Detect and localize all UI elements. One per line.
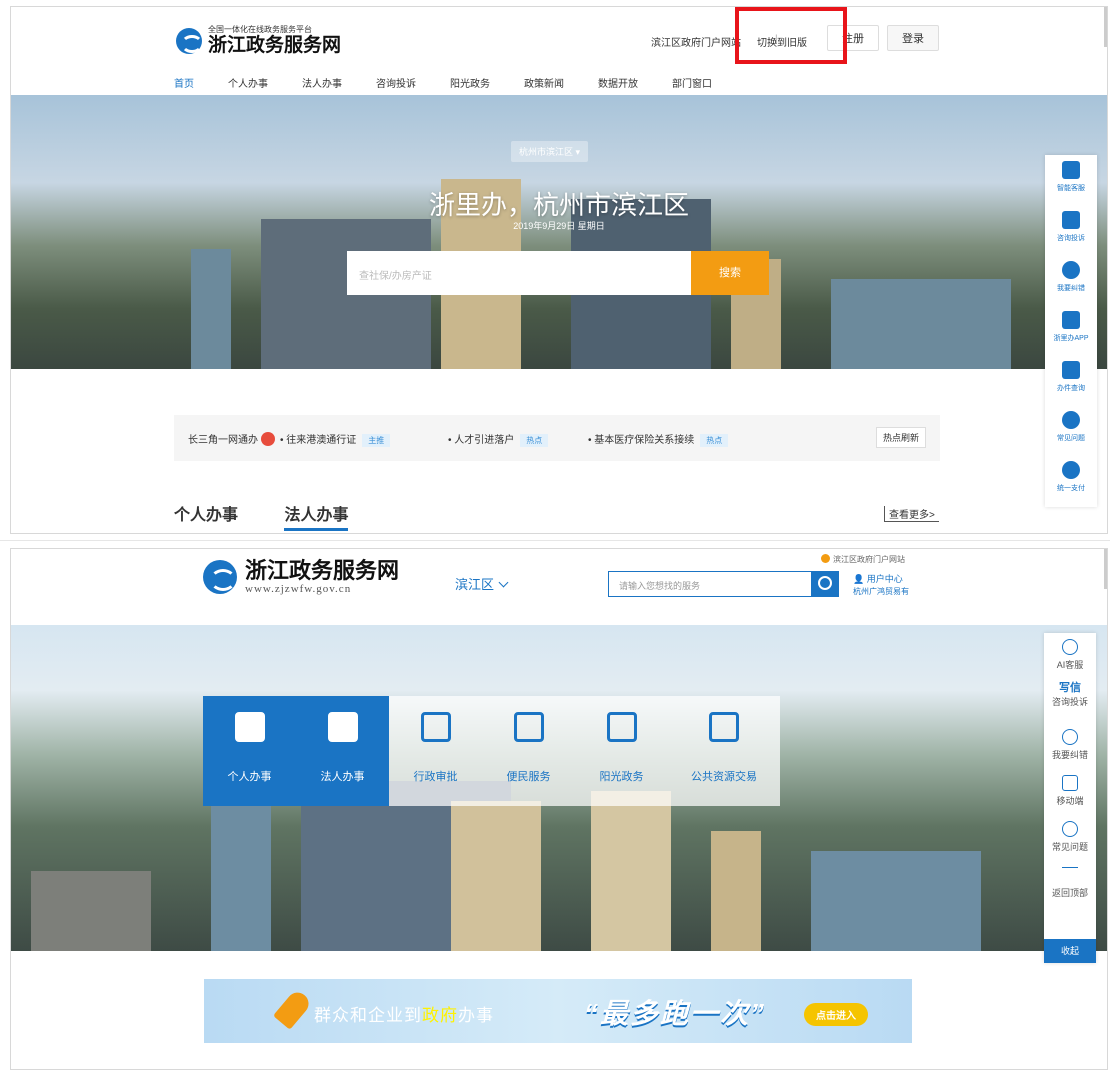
user-center-link[interactable]: 👤 用户中心 — [853, 574, 903, 585]
search-icon — [1062, 361, 1080, 379]
info-icon — [1062, 729, 1078, 745]
alert-icon — [1062, 261, 1080, 279]
side-item-app[interactable]: 浙里办APP — [1045, 305, 1097, 355]
promo-enter-button[interactable]: 点击进入 — [804, 1003, 868, 1026]
old-version-screen: 浙江政务服务网 www.zjzwfw.gov.cn 滨江区 请输入您想找的服务 … — [10, 548, 1108, 1070]
tab-corporate[interactable]: 法人办事 — [284, 507, 349, 531]
collapse-button[interactable]: 收起 — [1044, 939, 1096, 963]
side-item-ai[interactable]: AI客服 — [1044, 633, 1096, 675]
building-image — [451, 801, 541, 951]
side-item-query[interactable]: 办件查询 — [1045, 355, 1097, 405]
building-image — [591, 791, 671, 951]
question-icon — [1062, 411, 1080, 429]
tab-personal[interactable]: 个人办事 — [174, 507, 238, 524]
building-image — [31, 871, 151, 951]
handshake-icon — [513, 712, 544, 742]
service-menu: 个人办事 法人办事 行政审批 便民服务 阳光政务 公共资源交易 — [203, 696, 780, 806]
question-icon — [1062, 821, 1078, 837]
river-image — [811, 851, 981, 951]
logo-icon — [203, 560, 237, 594]
banner-date: 2019年9月29日 星期日 — [513, 221, 605, 231]
promo-slogan: “最多跑一次” — [584, 998, 767, 1029]
banner-headline: 浙里办，杭州市滨江区 — [428, 190, 689, 220]
service-convenience[interactable]: 便民服务 — [482, 696, 575, 806]
river-image — [831, 279, 1011, 369]
side-item-consult[interactable]: 咨询投诉 — [1045, 205, 1097, 255]
promo-text: 群众和企业到政府办事 — [314, 1006, 494, 1025]
refresh-hot-button[interactable]: 热点刷新 — [875, 427, 926, 448]
service-tabs: 个人办事 法人办事 — [174, 501, 390, 531]
highlight-box — [735, 7, 847, 64]
service-sunshine[interactable]: 阳光政务 — [575, 696, 668, 806]
promo-banner[interactable]: 群众和企业到政府办事 “最多跑一次” 点击进入 — [204, 979, 912, 1043]
hot-item[interactable]: • 往来港澳通行证 主推 — [280, 431, 391, 447]
payment-icon — [1062, 461, 1080, 479]
side-item-report[interactable]: 我要纠错 — [1044, 723, 1096, 769]
side-item-top[interactable]: 返回顶部 — [1044, 861, 1096, 907]
mail-icon — [1062, 211, 1080, 229]
logo-subtitle: 全国一体化在线政务服务平台 — [208, 25, 312, 34]
search-button[interactable]: 搜索 — [691, 251, 769, 295]
logo-url: www.zjzwfw.gov.cn — [245, 583, 352, 595]
server-icon — [709, 712, 739, 742]
phone-icon — [1062, 775, 1078, 791]
service-public-resources[interactable]: 公共资源交易 — [668, 696, 780, 806]
login-button[interactable]: 登录 — [887, 25, 939, 51]
view-more-link[interactable]: 查看更多> — [884, 506, 939, 522]
search-input[interactable]: 查社保/办房产证 — [347, 251, 693, 295]
city-select[interactable]: 杭州市滨江区 ▾ — [511, 141, 589, 162]
hot-item[interactable]: • 基本医疗保险关系接续 热点 — [588, 431, 729, 447]
side-item-report[interactable]: 我要纠错 — [1045, 255, 1097, 305]
side-item-consult[interactable]: 写信 咨询投诉 — [1044, 675, 1096, 723]
side-toolbar: AI客服 写信 咨询投诉 我要纠错 移动端 常见问题 返回顶部 收起 — [1044, 633, 1096, 963]
user-name[interactable]: 杭州广鸿贸易有 — [853, 586, 909, 597]
search-button[interactable] — [811, 571, 839, 597]
hot-item[interactable]: • 人才引进落户 热点 — [448, 431, 549, 447]
rocket-icon — [273, 988, 313, 1030]
side-item-faq[interactable]: 常见问题 — [1044, 815, 1096, 861]
service-approval[interactable]: 行政审批 — [389, 696, 482, 806]
document-search-icon — [606, 712, 637, 742]
search-input[interactable]: 请输入您想找的服务 — [608, 571, 812, 597]
badge-icon — [261, 432, 275, 446]
side-item-pay[interactable]: 统一支付 — [1045, 455, 1097, 505]
hot-item[interactable]: 长三角一网通办 — [188, 431, 275, 446]
logo-title: 浙江政务服务网 — [245, 558, 400, 583]
scrollbar[interactable] — [1104, 549, 1107, 589]
emblem-icon — [821, 554, 830, 563]
clipboard-icon — [420, 712, 451, 742]
arrow-up-icon — [1062, 867, 1078, 883]
logo-title: 浙江政务服务网 — [208, 35, 342, 56]
hero-banner: 杭州市滨江区 ▾ 浙里办，杭州市滨江区 2019年9月29日 星期日 查社保/办… — [11, 95, 1107, 369]
scrollbar[interactable] — [1104, 7, 1107, 47]
river-image — [191, 249, 231, 369]
portal-link[interactable]: 滨江区政府门户网站 — [821, 554, 905, 565]
id-card-icon — [327, 712, 358, 742]
region-select[interactable]: 滨江区 — [455, 574, 509, 593]
person-icon — [234, 712, 265, 742]
side-item-ai[interactable]: 智能客服 — [1045, 155, 1097, 205]
logo-icon — [176, 27, 203, 54]
service-corporate[interactable]: 法人办事 — [296, 696, 389, 806]
side-item-faq[interactable]: 常见问题 — [1045, 405, 1097, 455]
site-logo[interactable]: 全国一体化在线政务服务平台 浙江政务服务网 — [176, 25, 341, 56]
chevron-down-icon — [498, 577, 509, 588]
hot-topics-bar: 长三角一网通办 • 往来港澳通行证 主推 • 人才引进落户 热点 • 基本医疗保险关… — [174, 415, 940, 461]
screen-divider — [0, 540, 1110, 541]
building-image — [711, 831, 761, 951]
chat-icon — [1062, 161, 1080, 179]
phone-icon — [1062, 311, 1080, 329]
side-toolbar: 智能客服 咨询投诉 我要纠错 浙里办APP 办件查询 常见问题 统一支付 — [1045, 155, 1097, 507]
side-item-mobile[interactable]: 移动端 — [1044, 769, 1096, 815]
new-version-screen: 全国一体化在线政务服务平台 浙江政务服务网 滨江区政府门户网站 | 切换到旧版 … — [10, 6, 1108, 534]
site-logo[interactable]: 浙江政务服务网 www.zjzwfw.gov.cn — [203, 559, 399, 595]
service-personal[interactable]: 个人办事 — [203, 696, 296, 806]
portal-link[interactable]: 滨江区政府门户网站 — [651, 34, 741, 49]
robot-icon — [1062, 639, 1078, 655]
